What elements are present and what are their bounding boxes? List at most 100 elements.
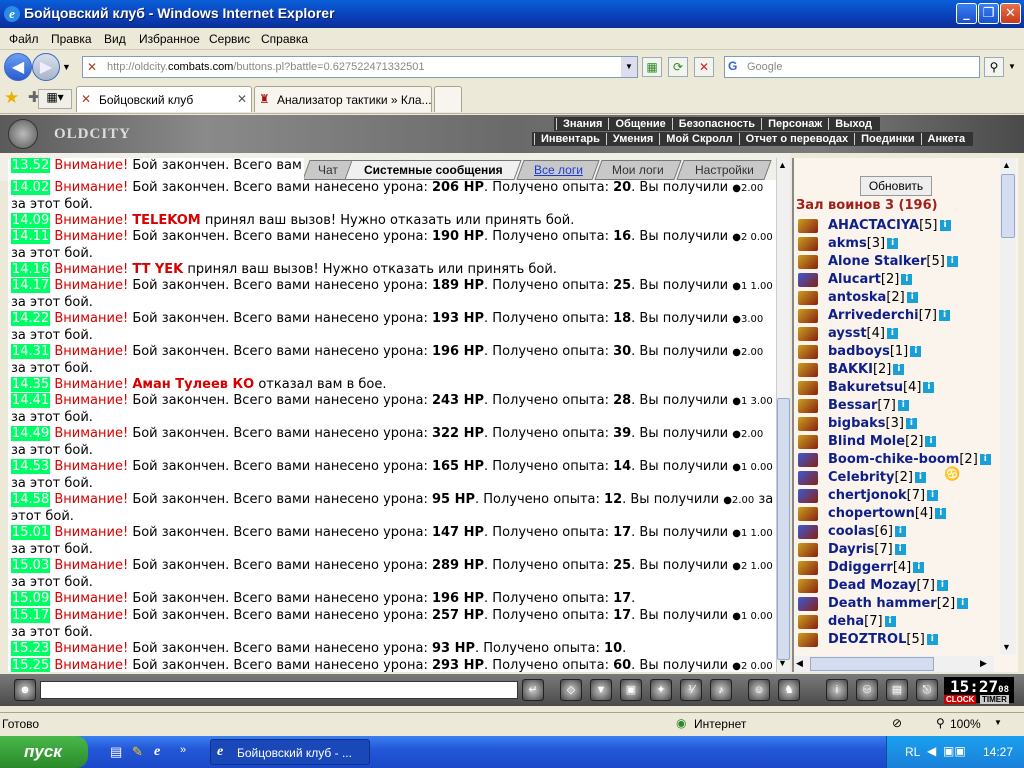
hscroll-thumb[interactable] <box>810 657 934 671</box>
user-list-item[interactable]: Dayris[7] i <box>798 542 906 560</box>
private-message-icon[interactable] <box>798 236 818 251</box>
user-info-icon[interactable]: i <box>906 292 918 303</box>
user-info-icon[interactable]: i <box>887 238 899 249</box>
quicklaunch-more-icon[interactable]: » <box>180 744 186 756</box>
user-info-icon[interactable]: i <box>926 634 938 645</box>
private-message-icon[interactable] <box>798 380 818 395</box>
clan-icon[interactable]: ♞ <box>778 679 800 701</box>
user-info-icon[interactable]: i <box>884 616 896 627</box>
lock-icon[interactable]: ▤ <box>886 679 908 701</box>
lang-indicator[interactable]: RL <box>905 745 920 759</box>
search-icon[interactable]: ⚲ <box>984 57 1004 77</box>
nav-character[interactable]: Персонаж <box>761 118 828 130</box>
private-message-icon[interactable] <box>798 614 818 629</box>
scroll-down-icon[interactable]: ▼ <box>1002 642 1011 652</box>
tab-close-icon[interactable]: ✕ <box>237 92 247 106</box>
scroll-thumb[interactable] <box>777 398 790 660</box>
clock-label[interactable]: CLOCK <box>944 695 977 704</box>
search-options-icon[interactable]: ▼ <box>1008 62 1016 71</box>
user-info-icon[interactable]: i <box>897 400 909 411</box>
forward-button[interactable]: ▶ <box>32 53 60 81</box>
nav-profile[interactable]: Анкета <box>920 133 972 145</box>
nav-battles[interactable]: Поединки <box>854 133 920 145</box>
user-name[interactable]: Boom-chike-boom <box>828 452 959 467</box>
private-message-icon[interactable] <box>798 290 818 305</box>
menu-tools[interactable]: Сервис <box>209 32 250 46</box>
private-message-icon[interactable] <box>798 308 818 323</box>
menu-view[interactable]: Вид <box>104 32 126 46</box>
user-name[interactable]: Alone Stalker <box>828 254 926 269</box>
nav-scroll[interactable]: Мой Скролл <box>659 133 738 145</box>
user-list-item[interactable]: aysst[4] i <box>798 326 898 344</box>
user-name[interactable]: Bakuretsu <box>828 380 903 395</box>
save-icon[interactable]: ▣ <box>620 679 642 701</box>
user-list-item[interactable]: antoska[2] i <box>798 290 918 308</box>
user-list-item[interactable]: Alone Stalker[5] i <box>798 254 958 272</box>
user-list-item[interactable]: AHACTACIYA[5] i <box>798 218 951 236</box>
eraser-icon[interactable]: ◇ <box>560 679 582 701</box>
private-message-icon[interactable] <box>798 488 818 503</box>
user-info-icon[interactable]: i <box>894 526 906 537</box>
user-name[interactable]: Arrivederchi <box>828 308 919 323</box>
group-icon[interactable]: ⚇ <box>856 679 878 701</box>
scroll-up-icon[interactable]: ▲ <box>778 160 787 170</box>
user-info-icon[interactable]: i <box>946 256 958 267</box>
compat-view-icon[interactable]: ▦ <box>642 57 662 77</box>
private-message-icon[interactable] <box>798 470 818 485</box>
user-info-icon[interactable]: i <box>979 454 991 465</box>
user-name[interactable]: Dayris <box>828 542 874 557</box>
user-name[interactable]: AHACTACIYA <box>828 218 919 233</box>
user-name[interactable]: Celebrity <box>828 470 895 485</box>
private-message-icon[interactable] <box>798 578 818 593</box>
quick-tabs-icon[interactable]: ▦▾ <box>38 89 72 109</box>
quicklaunch-icon[interactable]: ✎ <box>132 744 143 760</box>
player-nick[interactable]: TT YEK <box>132 262 183 277</box>
scroll-thumb[interactable] <box>1001 174 1015 238</box>
private-message-icon[interactable] <box>798 524 818 539</box>
user-info-icon[interactable]: i <box>939 310 951 321</box>
history-dropdown-icon[interactable]: ▼ <box>62 62 71 72</box>
user-list-item[interactable]: badboys[1] i <box>798 344 922 362</box>
private-message-icon[interactable] <box>798 326 818 341</box>
private-message-icon[interactable] <box>798 272 818 287</box>
user-info-icon[interactable]: i <box>925 436 937 447</box>
user-name[interactable]: Alucart <box>828 272 881 287</box>
private-message-icon[interactable] <box>798 398 818 413</box>
tab-combats[interactable]: ✕ Бойцовский клуб ✕ <box>76 86 252 112</box>
user-info-icon[interactable]: i <box>893 364 905 375</box>
private-message-icon[interactable] <box>798 416 818 431</box>
protected-mode-icon[interactable]: ⊘ <box>892 716 902 730</box>
user-list-item[interactable]: Blind Mole[2] i <box>798 434 937 452</box>
search-box[interactable]: G Google <box>724 56 980 78</box>
nav-transfers[interactable]: Отчет о переводах <box>738 133 855 145</box>
user-name[interactable]: Death hammer <box>828 596 937 611</box>
user-list-item[interactable]: BAKKI[2] i <box>798 362 905 380</box>
room-scrollbar[interactable]: ▲ ▼ <box>1000 158 1016 654</box>
user-info-icon[interactable]: i <box>935 508 947 519</box>
user-info-icon[interactable]: i <box>905 418 917 429</box>
favorites-star-icon[interactable]: ★ <box>4 88 19 108</box>
user-list-item[interactable]: Bakuretsu[4] i <box>798 380 935 398</box>
user-list-item[interactable]: chopertown[4] i <box>798 506 947 524</box>
user-name[interactable]: deha <box>828 614 864 629</box>
taskbar-task-ie[interactable]: e Бойцовский клуб - ... <box>210 739 370 765</box>
tab-analyzer[interactable]: ♜ Анализатор тактики » Кла... <box>254 86 432 112</box>
scroll-down-icon[interactable]: ▼ <box>778 658 787 668</box>
user-list-item[interactable]: chertjonok[7] i <box>798 488 939 506</box>
stop-icon[interactable]: ✕ <box>694 57 714 77</box>
user-name[interactable]: Ddiggerr <box>828 560 893 575</box>
user-info-icon[interactable]: i <box>923 382 935 393</box>
user-list-item[interactable]: Alucart[2] i <box>798 272 913 290</box>
filter-icon[interactable]: ▼ <box>590 679 612 701</box>
user-list-item[interactable]: Bessar[7] i <box>798 398 909 416</box>
sound-icon[interactable]: ♪ <box>710 679 732 701</box>
user-name[interactable]: coolas <box>828 524 875 539</box>
close-button[interactable]: ✕ <box>1000 3 1021 24</box>
pm-icon[interactable]: ⅟ <box>680 679 702 701</box>
user-list-item[interactable]: bigbaks[3] i <box>798 416 917 434</box>
chat-input[interactable] <box>40 681 518 699</box>
chat-tab-my-logs[interactable]: Мои логи <box>594 160 682 180</box>
private-message-icon[interactable] <box>798 542 818 557</box>
user-info-icon[interactable]: i <box>910 346 922 357</box>
user-info-icon[interactable]: i <box>914 472 926 483</box>
